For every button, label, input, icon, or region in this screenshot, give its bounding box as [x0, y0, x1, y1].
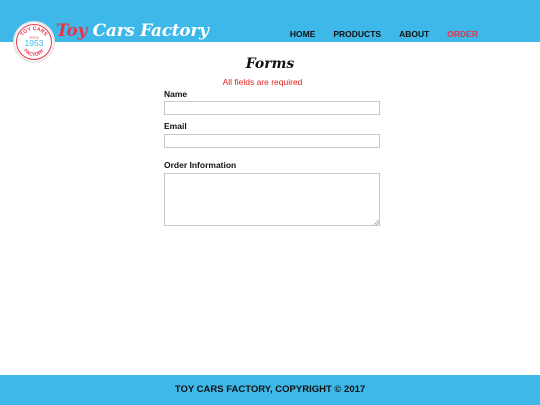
order-info-label: Order Information	[164, 160, 237, 170]
name-label: Name	[164, 89, 188, 99]
email-field[interactable]	[164, 134, 380, 148]
site-footer: TOY CARS FACTORY, COPYRIGHT © 2017	[0, 375, 540, 405]
email-label: Email	[164, 121, 187, 131]
nav-about[interactable]: ABOUT	[399, 29, 429, 39]
nav-order[interactable]: ORDER	[447, 29, 478, 39]
main-nav: HOME PRODUCTS ABOUT ORDER	[272, 29, 478, 39]
logo-year-text: 1953	[25, 38, 44, 48]
name-field[interactable]	[164, 101, 380, 115]
order-info-field[interactable]	[164, 173, 380, 226]
textarea-resize-handle[interactable]	[374, 220, 379, 225]
page-title: Forms	[245, 56, 295, 72]
brand-name-rest: Cars Factory	[87, 21, 209, 41]
brand-name[interactable]: Toy Cars Factory	[56, 21, 209, 41]
nav-products[interactable]: PRODUCTS	[333, 29, 381, 39]
required-note: All fields are required	[222, 77, 303, 87]
nav-home[interactable]: HOME	[290, 29, 316, 39]
brand-name-accent: Toy	[56, 21, 88, 41]
